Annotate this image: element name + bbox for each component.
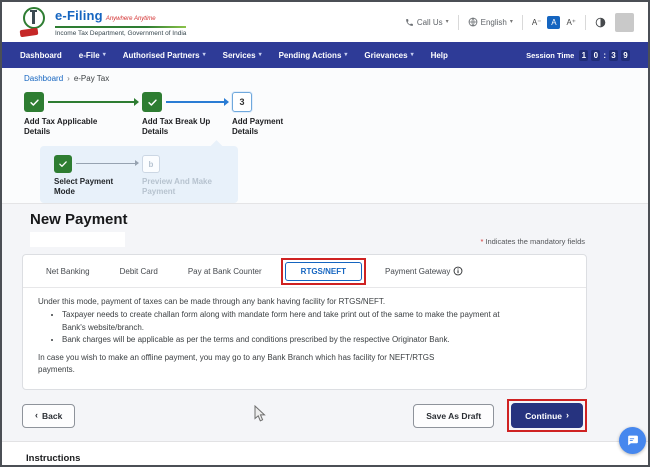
check-icon: [147, 97, 158, 108]
govt-emblem-icon: [20, 7, 48, 37]
outro-text: In case you wish to make an offline paym…: [38, 352, 463, 377]
annotation-box-continue: Continue ›: [507, 399, 587, 432]
stepper-connector: [48, 101, 138, 103]
step-2-label: Add Tax Break Up Details: [142, 117, 228, 138]
payment-mode-tabs: Net Banking Debit Card Pay at Bank Count…: [23, 255, 586, 288]
rtgs-neft-tab-content: Under this mode, payment of taxes can be…: [23, 288, 586, 389]
progress-stepper: 3 Add Tax Applicable Details Add Tax Bre…: [24, 92, 648, 142]
bullet-item: Bank charges will be applicable as per t…: [62, 334, 508, 346]
info-icon[interactable]: [453, 266, 463, 276]
phone-icon: [405, 18, 414, 27]
call-us-menu[interactable]: Call Us: [405, 18, 449, 27]
chat-icon: [626, 434, 639, 447]
brand-title: e-Filing: [55, 8, 103, 23]
session-digit: 9: [621, 50, 630, 61]
chevron-down-icon: [411, 52, 414, 58]
chevron-down-icon: [446, 19, 449, 25]
nav-item-grievances[interactable]: Grievances: [364, 51, 413, 60]
session-colon: :: [603, 51, 606, 60]
substep-a-label: Select Payment Mode: [54, 177, 132, 198]
page-title: New Payment: [30, 211, 628, 228]
mandatory-asterisk: *: [480, 237, 483, 246]
chevron-left-icon: ‹: [35, 411, 38, 420]
step-2-complete: [142, 92, 162, 112]
chevron-right-icon: ›: [566, 411, 569, 420]
tab-pay-at-bank-counter[interactable]: Pay at Bank Counter: [173, 267, 277, 276]
font-increase-button[interactable]: A⁺: [566, 18, 576, 27]
user-avatar[interactable]: [615, 13, 634, 32]
contrast-toggle[interactable]: [595, 17, 606, 28]
payment-mode-card: Net Banking Debit Card Pay at Bank Count…: [22, 254, 587, 390]
contrast-icon: [595, 17, 606, 28]
save-as-draft-button[interactable]: Save As Draft: [413, 404, 494, 428]
tab-debit-card[interactable]: Debit Card: [105, 267, 173, 276]
main-navbar: Dashboard e-File Authorised Partners Ser…: [2, 42, 648, 68]
chevron-down-icon: [103, 52, 106, 58]
chat-fab-button[interactable]: [619, 427, 646, 454]
new-payment-section: New Payment *Indicates the mandatory fie…: [2, 203, 648, 441]
font-decrease-button[interactable]: A⁻: [532, 18, 542, 27]
bullet-item: Taxpayer needs to create challan form al…: [62, 309, 508, 334]
session-digit: 0: [591, 50, 600, 61]
efiling-portal-window: e-FilingAnywhere Anytime Income Tax Depa…: [0, 0, 650, 467]
instructions-heading: Instructions: [26, 453, 648, 464]
substep-a-complete: [54, 155, 72, 173]
form-actions: ‹ Back Save As Draft Continue ›: [22, 399, 587, 432]
call-us-label: Call Us: [417, 18, 443, 27]
stepper-connector: [166, 101, 228, 103]
nav-item-pending-actions[interactable]: Pending Actions: [279, 51, 348, 60]
session-timer-label: Session Time: [526, 51, 574, 60]
tab-payment-gateway[interactable]: Payment Gateway: [370, 266, 478, 276]
top-header: e-FilingAnywhere Anytime Income Tax Depa…: [2, 2, 648, 42]
breadcrumb-current: e-Pay Tax: [74, 74, 109, 83]
substep-b-label: Preview And Make Payment: [142, 177, 230, 198]
nav-item-services[interactable]: Services: [223, 51, 262, 60]
mandatory-fields-note: *Indicates the mandatory fields: [480, 237, 585, 246]
redacted-text: [30, 232, 125, 247]
payment-substeps-panel: b Select Payment Mode Preview And Make P…: [40, 146, 238, 203]
session-digit: 1: [579, 50, 588, 61]
step-1-complete: [24, 92, 44, 112]
efiling-logo[interactable]: e-FilingAnywhere Anytime Income Tax Depa…: [20, 7, 186, 37]
globe-icon: [468, 17, 478, 27]
substep-b-pending: b: [142, 155, 160, 173]
language-menu[interactable]: English: [468, 17, 513, 27]
step-3-active: 3: [232, 92, 252, 112]
footer-area: Instructions: [2, 441, 648, 464]
brand-underline: [55, 26, 186, 28]
substep-connector: [76, 163, 138, 164]
session-digit: 3: [609, 50, 618, 61]
chevron-down-icon: [259, 52, 262, 58]
breadcrumb-separator: ›: [67, 74, 70, 83]
session-timer: Session Time 1 0 : 3 9: [526, 50, 630, 61]
nav-item-authorised-partners[interactable]: Authorised Partners: [123, 51, 206, 60]
chevron-down-icon: [344, 52, 347, 58]
chevron-down-icon: [203, 52, 206, 58]
language-label: English: [481, 18, 507, 27]
check-icon: [58, 159, 68, 169]
annotation-box-rtgs-neft: RTGS/NEFT: [281, 258, 366, 285]
breadcrumb: Dashboard › e-Pay Tax: [2, 68, 648, 86]
continue-button[interactable]: Continue ›: [511, 403, 583, 428]
breadcrumb-dashboard-link[interactable]: Dashboard: [24, 74, 63, 83]
tab-net-banking[interactable]: Net Banking: [31, 267, 105, 276]
check-icon: [29, 97, 40, 108]
intro-text: Under this mode, payment of taxes can be…: [38, 296, 571, 308]
back-button[interactable]: ‹ Back: [22, 404, 75, 428]
nav-item-help[interactable]: Help: [431, 51, 448, 60]
step-1-label: Add Tax Applicable Details: [24, 117, 116, 138]
chevron-down-icon: [510, 19, 513, 25]
brand-department: Income Tax Department, Government of Ind…: [55, 30, 186, 37]
step-3-label: Add Payment Details: [232, 117, 310, 138]
brand-tagline: Anywhere Anytime: [106, 16, 156, 22]
nav-item-dashboard[interactable]: Dashboard: [20, 51, 62, 60]
tab-rtgs-neft[interactable]: RTGS/NEFT: [285, 262, 362, 281]
nav-item-e-file[interactable]: e-File: [79, 51, 106, 60]
font-default-button[interactable]: A: [547, 16, 560, 29]
